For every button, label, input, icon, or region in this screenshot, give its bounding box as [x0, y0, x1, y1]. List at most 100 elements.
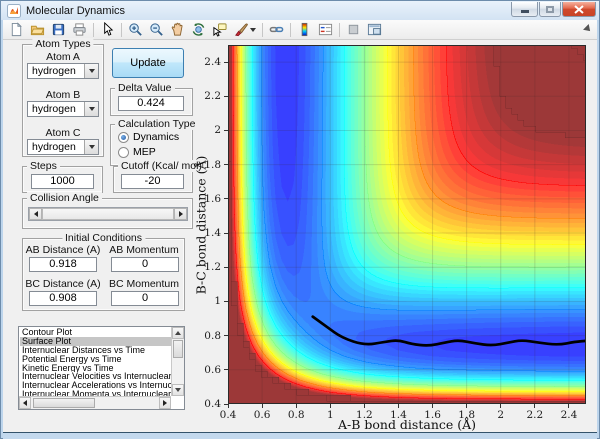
update-button[interactable]: Update	[112, 48, 184, 78]
toolbar-overflow-icon[interactable]	[583, 24, 593, 34]
y-tick-mark	[224, 335, 228, 337]
delta-value-field[interactable]: 0.424	[118, 96, 184, 111]
plot-type-listbox[interactable]: Contour Plot Surface Plot Internuclear Dis…	[18, 326, 185, 410]
new-figure-button[interactable]	[6, 21, 27, 39]
ab-distance-field[interactable]: 0.918	[29, 257, 97, 272]
figure-toolbar	[3, 20, 597, 40]
hide-plot-tools-icon	[348, 24, 359, 35]
link-plot-button[interactable]	[266, 21, 287, 39]
hide-plot-tools-button[interactable]	[343, 21, 364, 39]
y-tick-label: 2.4	[204, 56, 221, 69]
pan-button[interactable]	[167, 21, 188, 39]
arrow-left-icon	[33, 211, 38, 217]
atom-c-label: Atom C	[45, 127, 81, 139]
y-tick-mark	[224, 95, 228, 97]
x-tick-label: 0.8	[287, 409, 305, 421]
collision-angle-title: Collision Angle	[27, 192, 102, 204]
ab-momentum-field[interactable]: 0	[111, 257, 179, 272]
data-cursor-button[interactable]	[209, 21, 230, 39]
y-tick-label: 2	[214, 124, 221, 137]
zoom-out-button[interactable]	[146, 21, 167, 39]
dynamics-radio[interactable]: Dynamics	[118, 131, 179, 143]
bc-momentum-field[interactable]: 0	[111, 291, 179, 306]
list-item[interactable]: Internuclear Distances vs Time	[20, 346, 171, 355]
steps-title: Steps	[27, 160, 60, 172]
list-item[interactable]: Kinetic Energy vs Time	[20, 364, 171, 373]
printer-icon	[73, 23, 86, 36]
collision-angle-slider[interactable]	[28, 207, 188, 221]
colorbar-icon	[301, 22, 308, 37]
atom-types-panel: Atom Types Atom A hydrogen Atom B hydrog…	[22, 38, 104, 157]
mep-radio-label: MEP	[133, 146, 156, 158]
scroll-up-button[interactable]	[172, 327, 184, 339]
open-file-button[interactable]	[27, 21, 48, 39]
mep-radio[interactable]: MEP	[118, 146, 156, 158]
x-tick-mark	[500, 404, 502, 408]
zoom-out-icon	[150, 23, 163, 36]
save-icon	[52, 23, 65, 36]
maximize-button[interactable]	[539, 2, 561, 17]
toolbar-separator	[290, 22, 291, 37]
edit-plot-button[interactable]	[97, 21, 118, 39]
atom-c-dropdown[interactable]: hydrogen	[27, 139, 99, 155]
atom-a-label: Atom A	[46, 51, 80, 63]
horizontal-scroll-thumb[interactable]	[33, 398, 95, 408]
atom-b-dropdown[interactable]: hydrogen	[27, 101, 99, 117]
steps-field[interactable]: 1000	[31, 174, 94, 189]
y-tick-mark	[224, 129, 228, 131]
y-tick-mark	[224, 61, 228, 63]
show-plot-tools-dock-button[interactable]	[364, 21, 385, 39]
dropdown-button[interactable]	[84, 140, 98, 154]
arrow-right-icon	[163, 400, 167, 406]
minimize-button[interactable]	[511, 2, 538, 17]
toolbar-separator	[93, 22, 94, 37]
minimize-icon	[520, 10, 529, 13]
y-tick-mark	[224, 198, 228, 200]
brush-icon	[234, 23, 248, 37]
vertical-scroll-thumb[interactable]	[173, 340, 183, 358]
slider-left-arrow[interactable]	[29, 208, 42, 220]
steps-panel: Steps 1000	[22, 160, 103, 193]
zoom-in-button[interactable]	[125, 21, 146, 39]
window-bottom-border	[3, 432, 597, 439]
x-axis-label: A-B bond distance (Å)	[337, 417, 477, 432]
brush-data-button[interactable]	[230, 21, 259, 39]
cutoff-panel: Cutoff (Kcal/ mol) -20	[113, 160, 205, 193]
hand-icon	[171, 22, 183, 36]
titlebar[interactable]: Molecular Dynamics	[1, 1, 599, 20]
slider-right-arrow[interactable]	[174, 208, 187, 220]
x-tick-mark	[227, 404, 229, 408]
list-item[interactable]: Internuclear Accelerations vs Internucle…	[20, 381, 171, 390]
list-item[interactable]: Contour Plot	[20, 328, 171, 337]
pes-contour-canvas[interactable]	[228, 45, 586, 404]
bc-momentum-label: BC Momentum	[108, 278, 180, 290]
arrow-down-icon	[175, 388, 181, 392]
list-item[interactable]: Potential Energy vs Time	[20, 355, 171, 364]
horizontal-scrollbar[interactable]	[19, 396, 171, 409]
list-item[interactable]: Surface Plot	[20, 336, 171, 346]
scroll-left-button[interactable]	[19, 397, 31, 409]
rotate-3d-button[interactable]	[188, 21, 209, 39]
initial-conditions-panel: Initial Conditions AB Distance (A) AB Mo…	[22, 232, 185, 311]
save-figure-button[interactable]	[48, 21, 69, 39]
scroll-right-button[interactable]	[159, 397, 171, 409]
close-button[interactable]	[562, 2, 596, 17]
chevron-down-icon	[89, 145, 95, 149]
list-item[interactable]: Internuclear Velocities vs Internuclear …	[20, 372, 171, 381]
bc-distance-field[interactable]: 0.908	[29, 291, 97, 306]
insert-legend-button[interactable]	[315, 21, 336, 39]
cutoff-field[interactable]: -20	[121, 174, 184, 189]
radio-selected-icon	[118, 131, 129, 143]
print-figure-button[interactable]	[69, 21, 90, 39]
slider-thumb[interactable]	[42, 208, 174, 220]
vertical-scrollbar[interactable]	[171, 327, 184, 396]
edit-arrow-icon	[104, 22, 114, 36]
x-tick-label: 2.2	[526, 409, 544, 421]
x-tick-mark	[261, 404, 263, 408]
dropdown-button[interactable]	[84, 102, 98, 116]
scroll-down-button[interactable]	[172, 384, 184, 396]
insert-colorbar-button[interactable]	[294, 21, 315, 39]
dropdown-button[interactable]	[84, 64, 98, 78]
atom-a-dropdown[interactable]: hydrogen	[27, 63, 99, 79]
window-title: Molecular Dynamics	[26, 4, 126, 17]
